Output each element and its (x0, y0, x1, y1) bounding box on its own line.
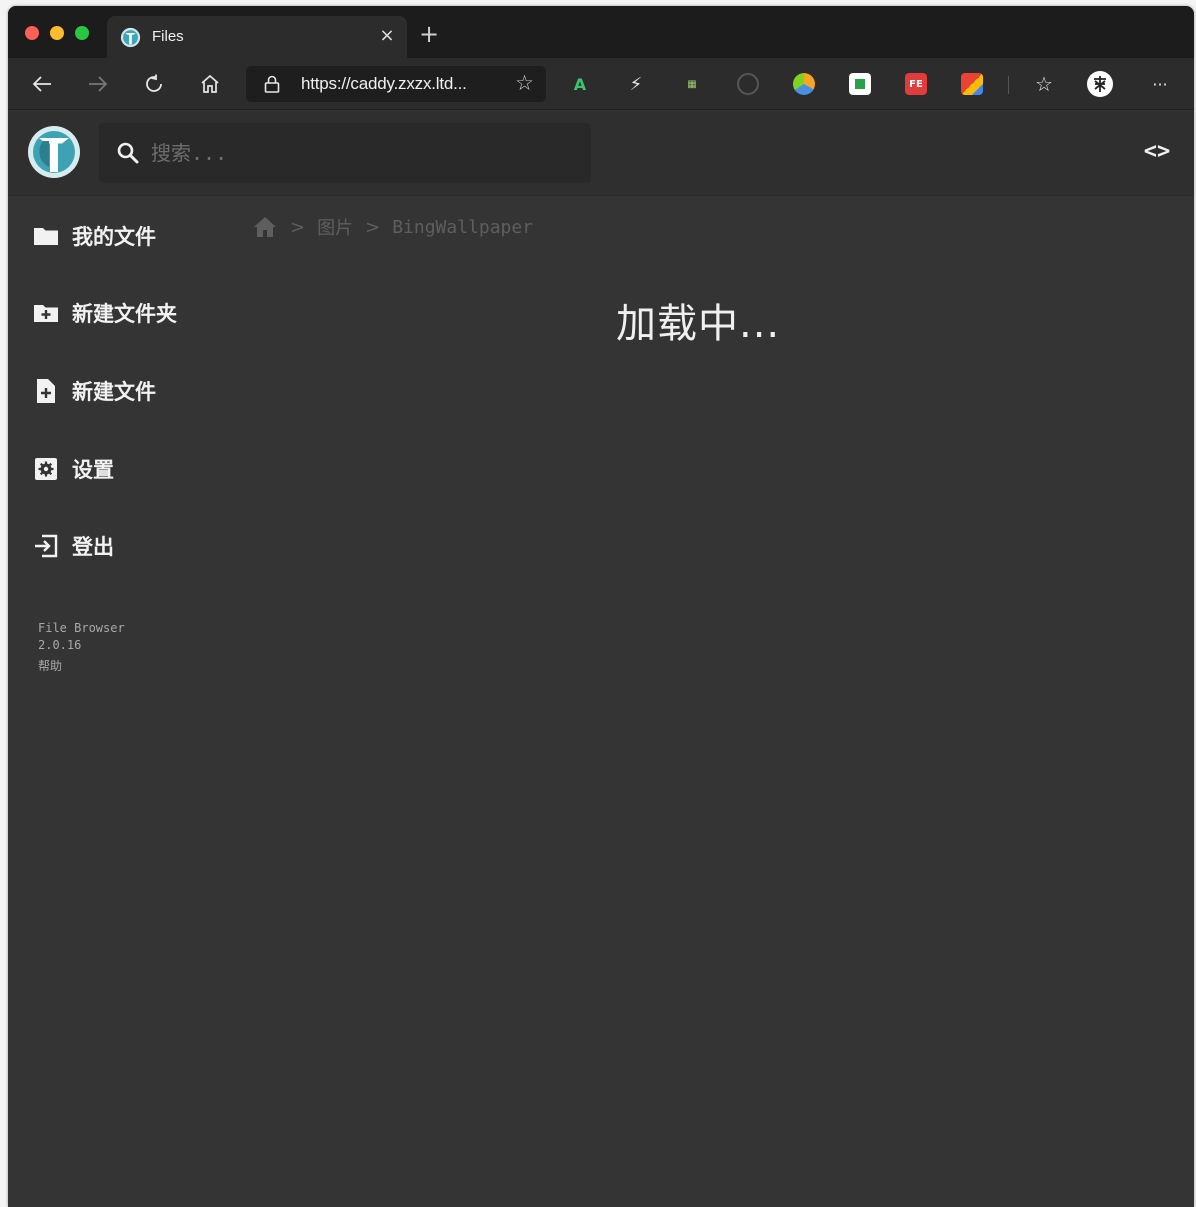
home-icon[interactable] (196, 70, 224, 98)
sidebar-item-settings[interactable]: 设置 (8, 439, 218, 499)
new-file-icon (37, 379, 55, 403)
tab-strip: Files × + (8, 6, 1194, 58)
address-bar[interactable]: https://caddy.zxzx.ltd... ☆ (246, 66, 546, 102)
sidebar-item-label: 登出 (72, 535, 114, 559)
sidebar-item-new-folder[interactable]: 新建文件夹 (8, 283, 218, 343)
sidebar-item-my-files[interactable]: 我的文件 (8, 206, 218, 266)
window-close-button[interactable] (25, 26, 39, 40)
breadcrumb-item[interactable]: BingWallpaper (392, 217, 533, 238)
browser-tab-files[interactable]: Files × (107, 16, 407, 58)
google-translate-extension-icon[interactable] (961, 73, 983, 95)
sidebar-item-label: 新建文件夹 (72, 302, 177, 326)
back-icon[interactable] (28, 70, 56, 98)
forward-icon[interactable] (84, 70, 112, 98)
app-version: 2.0.16 (38, 638, 82, 652)
tab-title: Files (152, 28, 184, 45)
refresh-icon[interactable] (140, 70, 168, 98)
note-extension-icon[interactable] (849, 73, 871, 95)
breadcrumb-separator: > (365, 216, 381, 238)
tab-close-icon[interactable]: × (377, 25, 397, 46)
profile-icon[interactable] (1086, 70, 1114, 98)
window-maximize-button[interactable] (75, 26, 89, 40)
breadcrumb-item[interactable]: 图片 (317, 214, 353, 240)
more-icon[interactable]: ··· (1146, 70, 1174, 98)
settings-icon (35, 458, 57, 480)
filebrowser-logo[interactable] (27, 125, 81, 179)
code-toggle-icon[interactable]: <> (1142, 139, 1172, 164)
favorite-star-icon[interactable]: ☆ (515, 71, 534, 95)
search-icon (117, 142, 139, 164)
sidebar-item-label: 设置 (72, 458, 114, 482)
help-link[interactable]: 帮助 (38, 657, 62, 674)
loading-text: 加载中... (616, 301, 781, 347)
folder-icon (34, 228, 58, 245)
sidebar-item-logout[interactable]: 登出 (8, 516, 218, 576)
breadcrumb-separator: > (290, 216, 306, 238)
flash-extension-icon[interactable]: ⚡ (625, 73, 647, 95)
filebrowser-favicon-icon (120, 27, 141, 48)
new-folder-icon (34, 305, 58, 322)
toolbar-separator (1008, 76, 1009, 94)
lock-icon (264, 75, 280, 93)
sidebar-item-label: 我的文件 (72, 225, 156, 249)
search-input[interactable] (151, 137, 571, 169)
sidebar-item-new-file[interactable]: 新建文件 (8, 361, 218, 421)
vpn-extension-icon[interactable] (737, 73, 759, 95)
app-header: <> (8, 111, 1194, 196)
sidebar-item-label: 新建文件 (72, 380, 156, 404)
favorites-list-icon[interactable]: ☆ (1030, 70, 1058, 98)
window-minimize-button[interactable] (50, 26, 64, 40)
browser-window: Files × + https://caddy.zxzx.ltd... ☆ A … (8, 6, 1194, 1207)
fe-helper-extension-icon[interactable]: FE (905, 73, 927, 95)
search-box[interactable] (99, 123, 591, 183)
home-icon[interactable] (252, 215, 278, 239)
file-browser-app: <> 我的文件 新建文件夹 新建文件 (8, 111, 1194, 1207)
color-extension-icon[interactable] (793, 73, 815, 95)
browser-toolbar: https://caddy.zxzx.ltd... ☆ A ⚡ ▦ FE ☆ ·… (8, 58, 1194, 110)
new-tab-button[interactable]: + (416, 20, 442, 48)
address-url: https://caddy.zxzx.ltd... (301, 74, 467, 93)
logout-icon (35, 534, 58, 558)
translate-extension-icon[interactable]: ▦ (681, 73, 703, 95)
app-name-link[interactable]: File Browser (38, 621, 125, 635)
read-aloud-extension-icon[interactable]: A (569, 73, 591, 95)
breadcrumb: > 图片 > BingWallpaper (252, 214, 533, 240)
